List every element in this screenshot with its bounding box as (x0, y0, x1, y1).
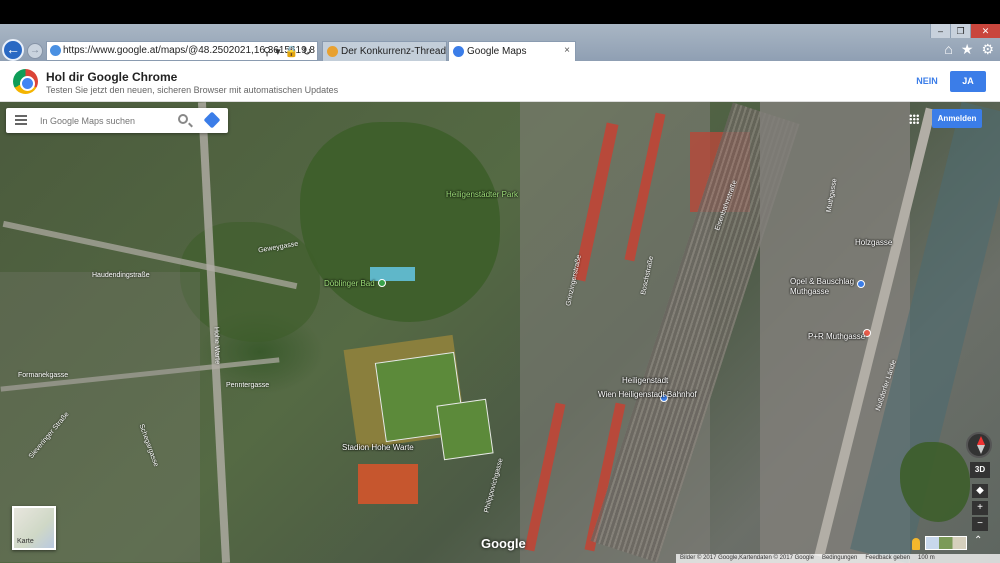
place-label[interactable]: Muthgasse (790, 287, 829, 296)
tab-favicon-icon (453, 46, 464, 57)
place-pin-icon[interactable] (857, 280, 865, 288)
map-footer: Bilder © 2017 Google,Kartendaten © 2017 … (676, 554, 1000, 563)
search-input[interactable] (40, 113, 170, 128)
browser-toolbar: – ❐ ✕ ← → https://www.google.at/maps/@48… (0, 24, 1000, 61)
letterbox-top (0, 0, 1000, 24)
maximize-button[interactable]: ❐ (950, 24, 970, 38)
pool (370, 267, 415, 281)
place-label[interactable]: Döblinger Bad (324, 279, 375, 288)
street-label: Philippovichgasse (483, 457, 505, 514)
place-label[interactable]: P+R Muthgasse (808, 332, 865, 341)
home-icon[interactable]: ⌂ (944, 41, 952, 58)
feedback-link[interactable]: Feedback geben (865, 555, 910, 562)
tab-konkurrenz-thread[interactable]: Der Konkurrenz-Thread - Seite ... (322, 41, 447, 61)
chrome-logo-icon (13, 69, 38, 94)
address-actions: ⚲ ▾ 🔒 ↻ (263, 41, 312, 61)
park-area (300, 122, 500, 322)
search-icon[interactable] (178, 114, 188, 124)
place-label[interactable]: Stadion Hohe Warte (342, 443, 414, 452)
place-label[interactable]: Wien Heiligenstadt Bahnhof (598, 390, 697, 399)
tennis-courts (358, 464, 418, 504)
imagery-layers-strip[interactable] (925, 536, 967, 550)
maps-search-box (6, 108, 228, 133)
google-logo: Google (481, 536, 526, 551)
minimize-button[interactable]: – (930, 24, 950, 38)
pegman-icon[interactable] (912, 538, 920, 550)
park-area (180, 222, 320, 342)
refresh-icon[interactable]: ↻ (302, 45, 311, 58)
tab-close-icon[interactable]: × (564, 45, 570, 56)
place-label[interactable]: Opel & Bauschlag (790, 277, 854, 286)
lock-icon[interactable]: 🔒 (285, 45, 299, 58)
tab-label: Der Konkurrenz-Thread - Seite ... (341, 46, 447, 57)
toolbar-icons: ⌂ ★ ⚙ (944, 41, 994, 58)
karte-label: Karte (17, 538, 34, 545)
zoom-out-button[interactable]: − (972, 517, 988, 531)
street-label: Formanekgasse (18, 372, 69, 379)
terms-link[interactable]: Bedingungen (822, 555, 857, 562)
imagery-attribution: Bilder © 2017 Google,Kartendaten © 2017 … (680, 555, 814, 561)
signin-button[interactable]: Anmelden (932, 109, 982, 128)
place-label[interactable]: Holzgasse (855, 238, 892, 247)
street-label: Penntergasse (226, 382, 270, 389)
decline-button[interactable]: NEIN (908, 71, 946, 91)
place-label[interactable]: Heiligenstädter Park (446, 190, 518, 199)
place-pin-icon[interactable] (378, 279, 386, 287)
settings-gear-icon[interactable]: ⚙ (981, 41, 994, 58)
promo-title: Hol dir Google Chrome (46, 70, 178, 84)
back-button[interactable]: ← (2, 39, 24, 61)
football-pitch (436, 398, 494, 461)
site-favicon-icon (50, 45, 61, 56)
dropdown-icon[interactable]: ▾ (275, 45, 281, 58)
street-label: Hohe Warte (212, 326, 221, 365)
zoom-in-button[interactable]: + (972, 501, 988, 515)
3d-toggle-button[interactable]: 3D (970, 462, 990, 478)
chrome-promo-banner: Hol dir Google Chrome Testen Sie jetzt d… (0, 61, 1000, 102)
tilt-button[interactable]: ◆ (972, 484, 988, 498)
favorites-star-icon[interactable]: ★ (961, 41, 974, 58)
satellite-map[interactable]: Heiligenstädter Park Döblinger Bad Stadi… (0, 102, 1000, 563)
compass-icon[interactable] (966, 432, 992, 458)
tab-label: Google Maps (467, 46, 527, 57)
scale-label[interactable]: 100 m (918, 555, 935, 562)
street-label: Hauden­dingstraße (92, 272, 150, 279)
search-address-icon[interactable]: ⚲ (263, 45, 271, 58)
expand-chevron-icon[interactable]: ⌃ (974, 535, 982, 546)
place-label[interactable]: Heiligenstadt (622, 376, 668, 385)
tab-google-maps[interactable]: Google Maps × (448, 41, 576, 61)
forward-button[interactable]: → (27, 43, 43, 59)
apps-grid-icon[interactable] (909, 114, 919, 124)
accept-button[interactable]: JA (950, 71, 986, 92)
map-type-toggle[interactable]: Karte (12, 506, 56, 550)
window-controls: – ❐ ✕ (930, 24, 1000, 38)
close-window-button[interactable]: ✕ (970, 24, 1000, 38)
menu-icon[interactable] (15, 115, 27, 125)
directions-icon[interactable] (203, 111, 221, 129)
promo-subtitle: Testen Sie jetzt den neuen, sicheren Bro… (46, 85, 339, 95)
tab-favicon-icon (327, 46, 338, 57)
